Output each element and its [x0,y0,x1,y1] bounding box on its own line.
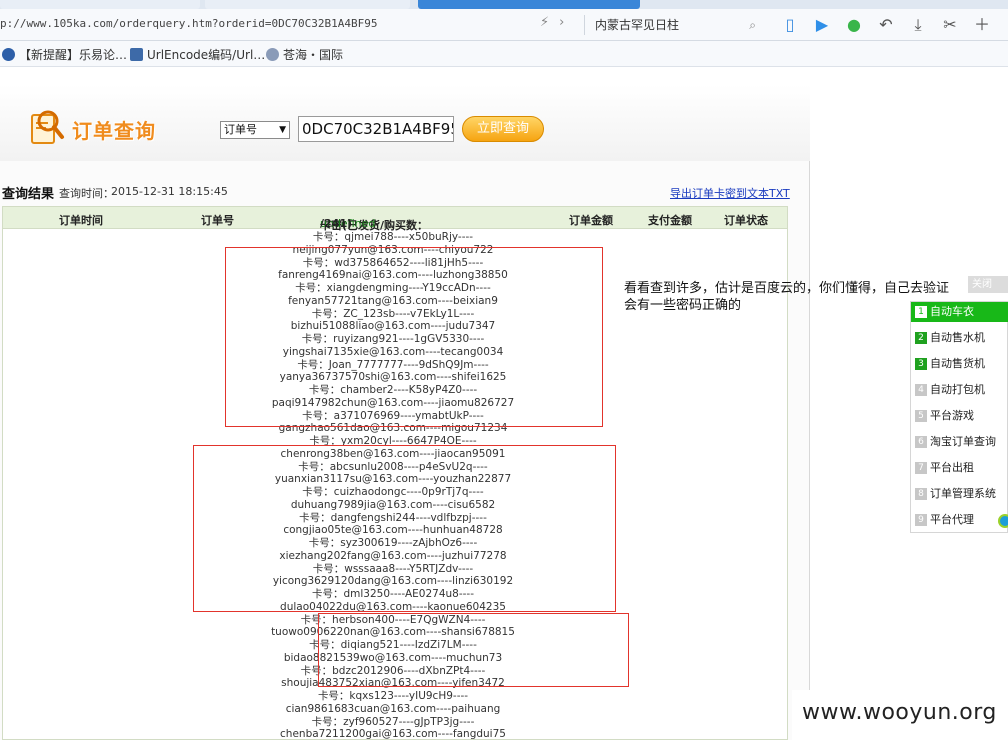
browser-tab[interactable] [0,0,200,9]
page-icon [130,48,143,61]
card-line: chenba7211200gai@163.com----fangdui75 [280,728,506,741]
page-content: 订单查询 订单号 ▼ 0DC70C32B1A4BF95 立即查询 查询结果 查询… [0,68,1008,740]
card-line: 卡号：kqxs123----yIU9cH9---- [317,690,469,702]
side-menu: 1 自动车衣 2 自动售水机 3 自动售货机 4 自动打包机 5 平台游戏 6 淘宝订单查询 7 平台出租… [910,301,1008,533]
item-number-badge: 5 [915,410,927,422]
query-time-value: 2015-12-31 18:15:45 [111,185,228,198]
browser-tab[interactable] [205,0,410,9]
browser-tab-active[interactable] [418,0,640,9]
flower-icon [266,48,279,61]
side-menu-item[interactable]: 6 淘宝订单查询 [911,432,1008,452]
address-actions: ⚡ › [540,15,564,30]
menu-icon[interactable]: ☰ [998,14,1008,36]
chevron-right-icon[interactable]: › [559,15,564,30]
globe-icon [2,48,15,61]
side-menu-label: 淘宝订单查询 [930,435,996,448]
phone-icon[interactable]: ▯ [774,14,806,36]
item-number-badge: 8 [915,488,927,500]
url-field[interactable]: p://www.105ka.com/orderquery.htm?orderid… [0,17,378,30]
close-panel-button[interactable]: 关闭 [968,276,1008,293]
side-menu-item[interactable]: 1 自动车衣 [911,302,1008,322]
plus-icon[interactable]: ＋ [966,14,998,36]
side-menu-item[interactable]: 3 自动售货机 [911,354,1008,374]
card-line: 卡号：qjmei788----x50buRjy---- [312,231,474,243]
query-time-label: 查询时间： [59,187,114,200]
magnifier-document-icon [31,110,64,144]
item-number-badge: 9 [915,514,927,526]
undo-icon[interactable]: ↶ [870,14,902,36]
address-bar: p://www.105ka.com/orderquery.htm?orderid… [0,9,1008,41]
item-number-badge: 4 [915,384,927,396]
query-button[interactable]: 立即查询 [462,116,544,142]
side-menu-item[interactable]: 4 自动打包机 [911,380,1008,400]
card-line: cian9861683cuan@163.com----paihuang [285,702,501,715]
highlight-box [225,247,603,427]
lightning-icon[interactable]: ⚡ [540,15,549,30]
annotation-line: 看看查到许多，估计是百度云的，你们懂得，自己去验证 [624,281,950,296]
col-order-time: 订单时间 [59,214,103,227]
bookmark-item[interactable]: 苍海・国际 [266,46,343,63]
item-number-badge: 7 [915,462,927,474]
side-menu-item[interactable]: 8 订单管理系统 [911,484,1008,504]
item-number-badge: 6 [915,436,927,448]
bookmark-item[interactable]: 【新提醒】乐易论… [2,46,127,63]
download-icon[interactable]: ⤓ [902,14,934,36]
side-menu-label: 平台代理 [930,513,974,526]
side-menu-item[interactable]: 5 平台游戏 [911,406,1008,426]
side-menu-label: 订单管理系统 [930,487,996,500]
bookmark-label: UrlEncode编码/Url… [147,48,266,62]
scissors-icon[interactable]: ✂ [934,14,966,36]
side-menu-label: 自动车衣 [930,305,974,318]
item-number-badge: 1 [915,306,927,318]
highlight-box [193,445,616,612]
result-title: 查询结果 [2,187,55,202]
bookmarks-bar: 【新提醒】乐易论… UrlEncode编码/Url… 苍海・国际 [0,41,1008,67]
dropdown-arrow-icon: ▼ [279,125,286,135]
query-header: 订单查询 订单号 ▼ 0DC70C32B1A4BF95 立即查询 [0,85,810,161]
side-menu-label: 自动售货机 [930,357,985,370]
play-icon[interactable]: ▶ [806,14,838,36]
side-menu-label: 平台游戏 [930,409,974,422]
side-menu-item[interactable]: 2 自动售水机 [911,328,1008,348]
select-value: 订单号 [224,123,257,136]
query-type-select[interactable]: 订单号 ▼ [220,121,290,139]
bookmark-label: 【新提醒】乐易论… [19,48,128,62]
card-line: 卡号：zyf960527----gJpTP3jg---- [311,715,475,728]
tab-strip [0,0,1008,9]
side-menu-label: 自动打包机 [930,383,985,396]
side-menu-item[interactable]: 7 平台出租 [911,458,1008,478]
side-menu-label: 平台出租 [930,461,974,474]
chat-icon[interactable]: ● [838,14,870,36]
side-menu-label: 自动售水机 [930,331,985,344]
side-menu-item[interactable]: 9 平台代理 [911,510,1008,530]
table-header: 订单时间 订单号 卡密(已发货/购买数： undefined/241) 订单金额 … [3,207,787,232]
export-txt-link[interactable]: 导出订单卡密到文本TXT [670,185,790,201]
divider [584,15,585,35]
item-number-badge: 3 [915,358,927,370]
order-id-input[interactable]: 0DC70C32B1A4BF95 [298,116,454,142]
col-card-suffix: /241) [320,217,353,230]
search-icon[interactable]: ⌕ [749,15,756,35]
search-text: 内蒙古罕见日柱 [595,18,680,32]
col-order-status: 订单状态 [724,214,768,227]
bookmark-label: 苍海・国际 [283,48,344,62]
highlight-box [318,613,629,687]
col-order-amount: 订单金额 [569,214,613,227]
col-order-no: 订单号 [201,214,234,227]
bookmark-item[interactable]: UrlEncode编码/Url… [130,46,265,63]
page-title: 订单查询 [72,119,156,143]
float-badge-icon[interactable] [998,514,1008,528]
toolbar: ▯ ▶ ● ↶ ⤓ ✂ ＋ ☰ [774,14,1008,36]
col-pay-amount: 支付金额 [648,214,692,227]
watermark: www.wooyun.org [802,700,997,725]
item-number-badge: 2 [915,332,927,344]
search-input[interactable]: 内蒙古罕见日柱 ⌕ [592,15,762,35]
